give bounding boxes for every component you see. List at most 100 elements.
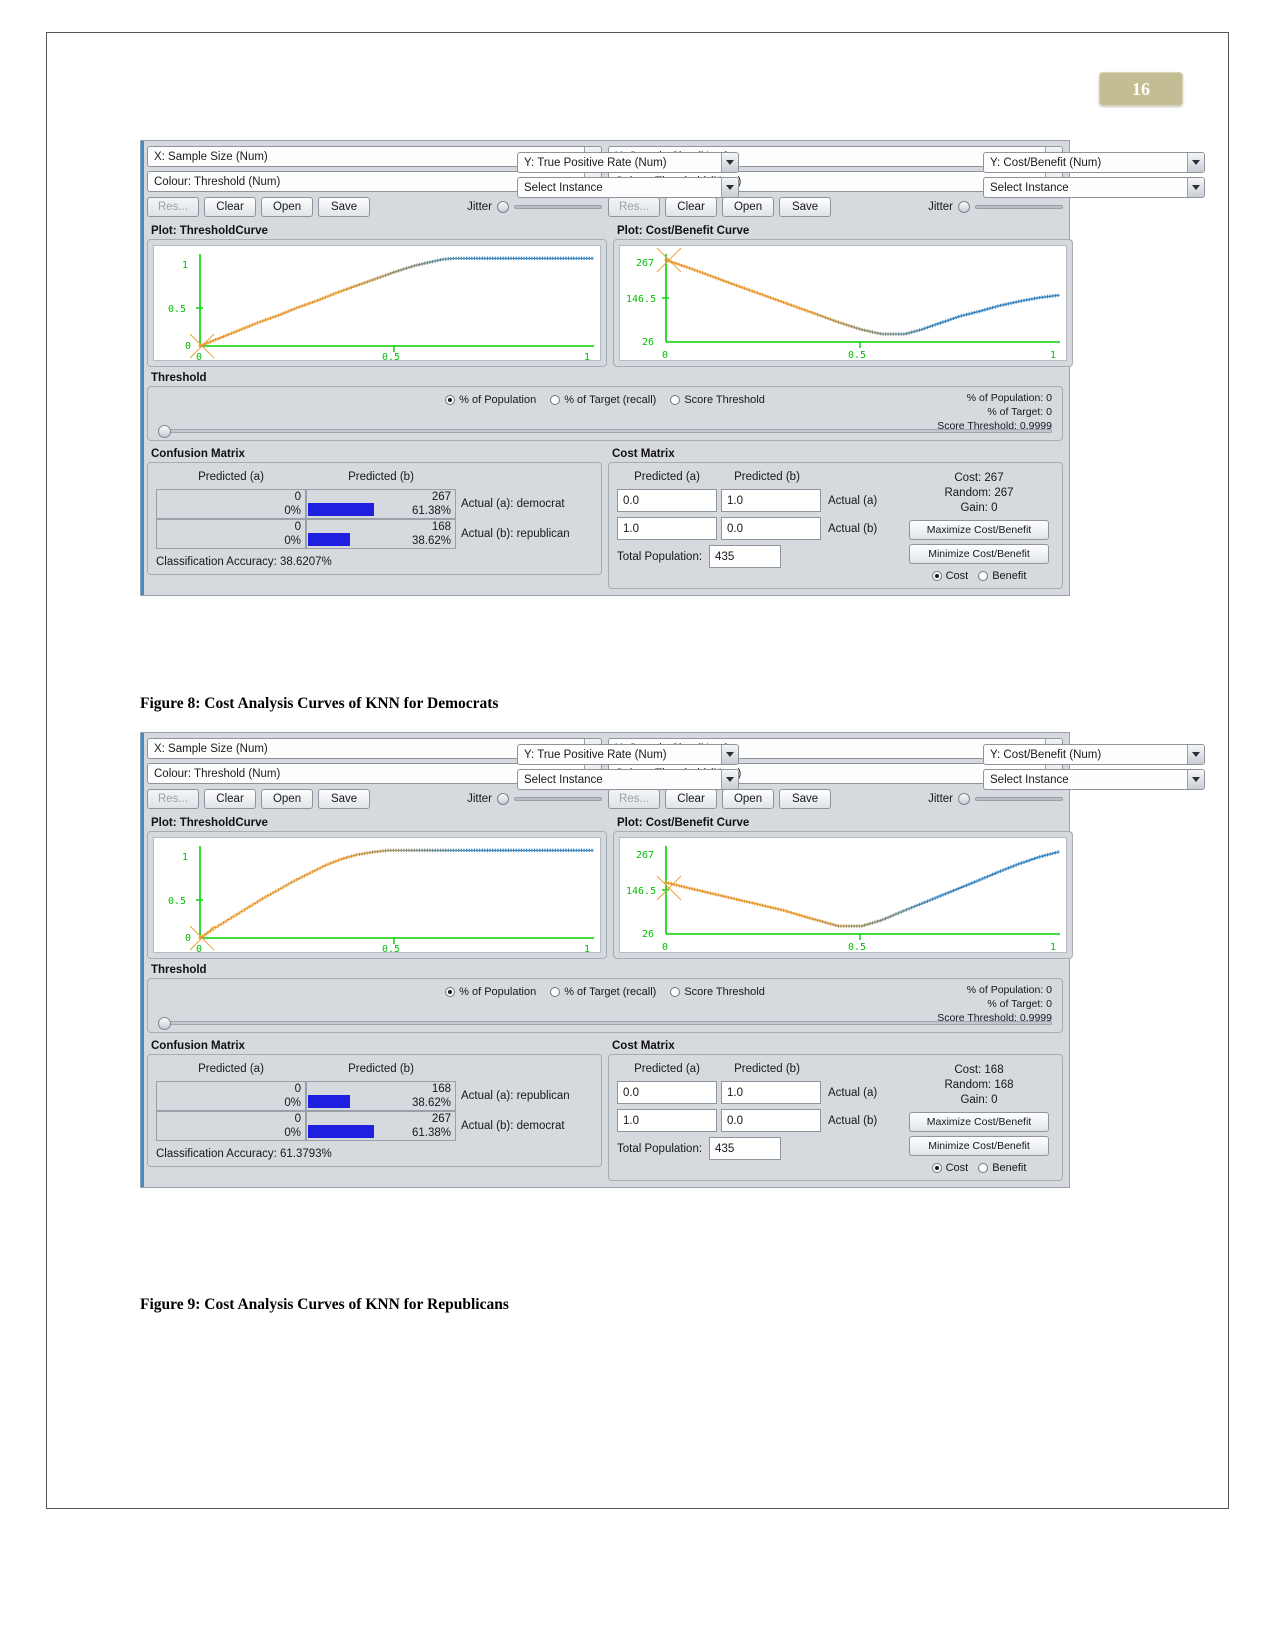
save-button[interactable]: Save [779, 788, 832, 809]
cost-benefit-plot-frame: 267 146.5 26 0 0.5 1 [613, 239, 1073, 367]
open-button[interactable]: Open [722, 788, 775, 809]
threshold-slider[interactable] [158, 1016, 1052, 1030]
chevron-down-icon[interactable] [1187, 770, 1204, 789]
jitter-slider-knob[interactable] [958, 200, 970, 213]
select-instance-combo[interactable]: Select Instance [983, 177, 1205, 198]
y-axis-combo[interactable]: Y: True Positive Rate (Num) [517, 152, 739, 173]
open-button[interactable]: Open [722, 196, 775, 217]
y-axis-combo[interactable]: Y: Cost/Benefit (Num) [983, 744, 1205, 765]
select-instance-combo[interactable]: Select Instance [517, 769, 739, 790]
jitter-slider-knob[interactable] [497, 792, 509, 805]
chevron-down-icon[interactable] [1187, 153, 1204, 172]
open-button[interactable]: Open [261, 196, 314, 217]
cost-field-ba[interactable]: 1.0 [617, 517, 717, 540]
chevron-down-icon[interactable] [721, 745, 738, 764]
reset-button[interactable]: Res... [608, 196, 661, 217]
jitter-slider-track[interactable] [975, 204, 1063, 209]
radio-button-icon[interactable] [550, 395, 561, 405]
radio-percent-population-label: % of Population [459, 394, 537, 406]
jitter-label: Jitter [467, 200, 492, 213]
cost-benefit-plot-frame: 267 146.5 26 0 0.5 1 [613, 831, 1073, 959]
cost-row-b-label: Actual (b) [828, 522, 878, 535]
threshold-slider[interactable] [158, 424, 1052, 438]
radio-button-icon[interactable] [445, 987, 456, 997]
jitter-slider-knob[interactable] [497, 200, 509, 213]
threshold-curve-plot-canvas[interactable]: 1 0.5 0 0 0.5 1 [153, 837, 601, 954]
cost-field-ab[interactable]: 1.0 [721, 1081, 821, 1104]
radio-benefit[interactable]: Benefit [978, 1162, 1026, 1174]
save-button[interactable]: Save [318, 196, 371, 217]
radio-button-icon[interactable] [550, 987, 561, 997]
cost-field-aa[interactable]: 0.0 [617, 489, 717, 512]
reset-button[interactable]: Res... [608, 788, 661, 809]
threshold-slider-track[interactable] [158, 429, 1052, 433]
radio-button-icon[interactable] [670, 987, 681, 997]
chevron-down-icon[interactable] [721, 153, 738, 172]
jitter-slider-track[interactable] [975, 796, 1063, 801]
threshold-slider-track[interactable] [158, 1021, 1052, 1025]
clear-button[interactable]: Clear [665, 788, 718, 809]
jitter-control[interactable]: Jitter [467, 200, 602, 213]
matrices-area: Confusion Matrix Predicted (a) Predicted… [147, 1038, 1063, 1181]
select-instance-combo[interactable]: Select Instance [517, 177, 739, 198]
radio-score-threshold[interactable]: Score Threshold [670, 986, 765, 998]
cost-benefit-plot-canvas[interactable]: 267 146.5 26 0 0.5 1 [619, 245, 1067, 361]
jitter-slider-track[interactable] [514, 204, 602, 209]
cost-field-ab[interactable]: 1.0 [721, 489, 821, 512]
jitter-slider-track[interactable] [514, 796, 602, 801]
radio-percent-population[interactable]: % of Population [445, 394, 536, 406]
classification-accuracy: Classification Accuracy: 61.3793% [156, 1148, 332, 1160]
y-axis-combo-wrapper: Y: Cost/Benefit (Num) [983, 744, 1205, 765]
maximize-cost-benefit-button[interactable]: Maximize Cost/Benefit [909, 1112, 1049, 1132]
cost-row-a-label: Actual (a) [828, 1086, 878, 1099]
radio-button-icon[interactable] [670, 395, 681, 405]
minimize-cost-benefit-button[interactable]: Minimize Cost/Benefit [909, 544, 1049, 564]
radio-button-icon[interactable] [445, 395, 456, 405]
minimize-cost-benefit-button[interactable]: Minimize Cost/Benefit [909, 1136, 1049, 1156]
clear-button[interactable]: Clear [204, 788, 257, 809]
cost-field-ba[interactable]: 1.0 [617, 1109, 717, 1132]
threshold-slider-knob[interactable] [158, 1016, 171, 1030]
threshold-slider-knob[interactable] [158, 424, 171, 438]
save-button[interactable]: Save [318, 788, 371, 809]
cost-field-bb[interactable]: 0.0 [721, 517, 821, 540]
select-instance-combo[interactable]: Select Instance [983, 769, 1205, 790]
jitter-control[interactable]: Jitter [928, 200, 1063, 213]
radio-cost[interactable]: Cost [931, 1162, 968, 1174]
clear-button[interactable]: Clear [204, 196, 257, 217]
reset-button[interactable]: Res... [147, 196, 200, 217]
total-population-input[interactable]: 435 [709, 1137, 782, 1160]
radio-percent-target[interactable]: % of Target (recall) [550, 986, 656, 998]
radio-button-icon[interactable] [931, 571, 942, 581]
confusion-col-predicted-a: Predicted (a) [198, 1063, 264, 1075]
y-axis-combo[interactable]: Y: Cost/Benefit (Num) [983, 152, 1205, 173]
radio-button-icon[interactable] [978, 1163, 989, 1173]
confusion-col-predicted-a: Predicted (a) [198, 471, 264, 483]
jitter-slider-knob[interactable] [958, 792, 970, 805]
chevron-down-icon[interactable] [1187, 745, 1204, 764]
threshold-curve-plot-canvas[interactable]: 1 0.5 0 0 0.5 1 [153, 245, 601, 362]
chevron-down-icon[interactable] [1187, 178, 1204, 197]
cost-benefit-plot-canvas[interactable]: 267 146.5 26 0 0.5 1 [619, 837, 1067, 953]
open-button[interactable]: Open [261, 788, 314, 809]
total-population-input[interactable]: 435 [709, 545, 782, 568]
maximize-cost-benefit-button[interactable]: Maximize Cost/Benefit [909, 520, 1049, 540]
select-instance-combo-wrapper: Select Instance [517, 177, 739, 198]
jitter-control[interactable]: Jitter [467, 792, 602, 805]
radio-cost[interactable]: Cost [931, 570, 968, 582]
radio-score-threshold[interactable]: Score Threshold [670, 394, 765, 406]
jitter-control[interactable]: Jitter [928, 792, 1063, 805]
radio-percent-target[interactable]: % of Target (recall) [550, 394, 656, 406]
save-button[interactable]: Save [779, 196, 832, 217]
chevron-down-icon[interactable] [721, 178, 738, 197]
radio-benefit[interactable]: Benefit [978, 570, 1026, 582]
chevron-down-icon[interactable] [721, 770, 738, 789]
radio-percent-population[interactable]: % of Population [445, 986, 536, 998]
reset-button[interactable]: Res... [147, 788, 200, 809]
radio-button-icon[interactable] [931, 1163, 942, 1173]
cost-field-bb[interactable]: 0.0 [721, 1109, 821, 1132]
cost-field-aa[interactable]: 0.0 [617, 1081, 717, 1104]
clear-button[interactable]: Clear [665, 196, 718, 217]
radio-button-icon[interactable] [978, 571, 989, 581]
y-axis-combo[interactable]: Y: True Positive Rate (Num) [517, 744, 739, 765]
